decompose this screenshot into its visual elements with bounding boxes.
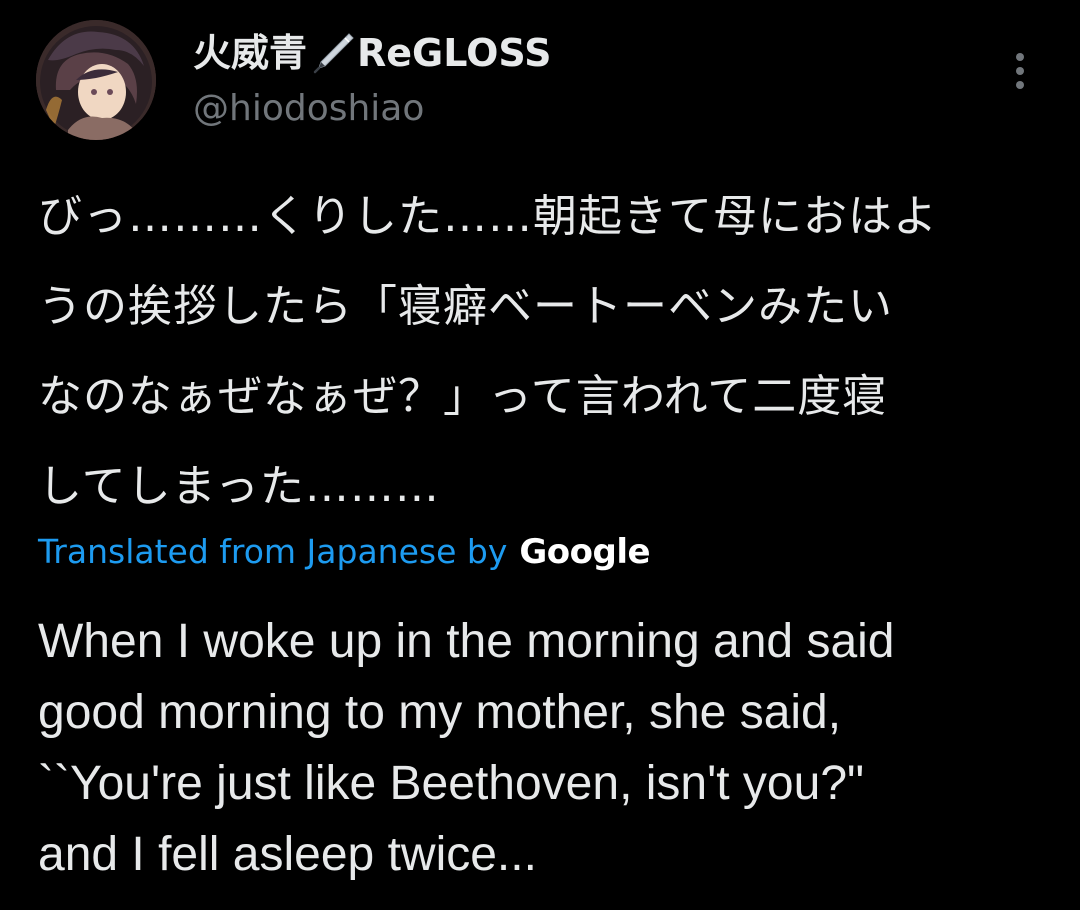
fountain-pen-icon	[309, 30, 355, 76]
display-name[interactable]: 火威青 ReGLOSS	[193, 28, 551, 78]
google-logo: Google	[519, 532, 651, 572]
translation-credit: Translated from Japanese by Google	[38, 524, 651, 580]
more-options-button[interactable]	[1000, 46, 1040, 96]
translated-text-line: ``You're just like Beethoven, isn't you?…	[38, 757, 865, 810]
translated-text-line: When I woke up in the morning and said	[38, 615, 895, 668]
translated-text-line: good morning to my mother, she said,	[38, 686, 842, 739]
original-text-line: びっ………くりした……朝起きて母におはよ	[38, 191, 938, 242]
tweet: 火威青 ReGLOSS @hiodoshiao びっ………くりした……朝起きて母…	[0, 0, 1080, 910]
user-handle[interactable]: @hiodoshiao	[193, 84, 424, 134]
avatar[interactable]	[36, 20, 156, 140]
translated-text-line: and I fell asleep twice...	[38, 828, 537, 881]
display-name-suffix: ReGLOSS	[357, 31, 552, 75]
more-options-icon	[1016, 53, 1024, 61]
tweet-translated-text: When I woke up in the morning and said g…	[38, 606, 1048, 890]
more-options-icon-dot	[1016, 67, 1024, 75]
original-text-line: なのなぁぜなぁぜ？」って言われて二度寝	[38, 371, 888, 422]
original-text-line: してしまった………	[38, 461, 440, 512]
more-options-icon-dot	[1016, 81, 1024, 89]
display-name-text: 火威青	[193, 31, 308, 75]
original-text-line: うの挨拶したら「寝癖ベートーベンみたい	[38, 281, 893, 332]
tweet-original-text: びっ………くりした……朝起きて母におはよ うの挨拶したら「寝癖ベートーベンみたい…	[38, 172, 1028, 532]
avatar-image	[36, 20, 156, 140]
translation-credit-link[interactable]: Translated from Japanese by	[38, 524, 507, 580]
